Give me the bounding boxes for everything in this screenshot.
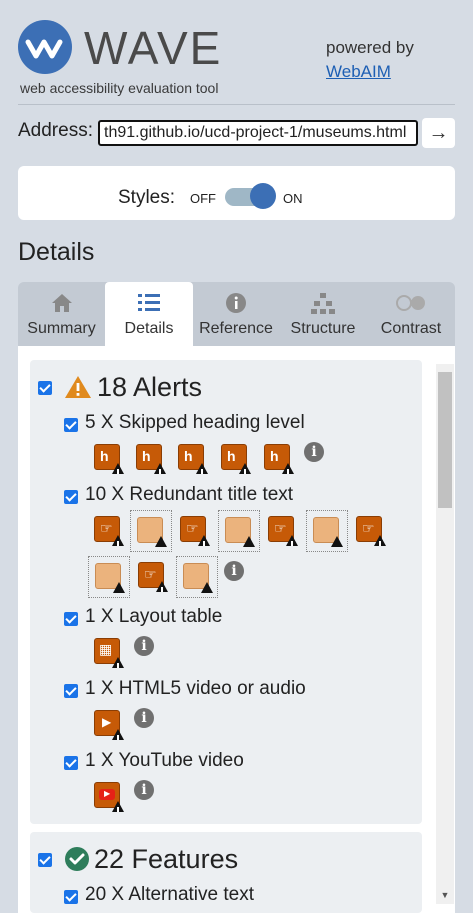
- layout-table-icon[interactable]: ▦: [94, 638, 124, 668]
- structure-icon: [279, 292, 367, 314]
- tab-label: Structure: [290, 320, 356, 337]
- redundant-title-checkbox[interactable]: [64, 490, 78, 504]
- tab-label: Details: [124, 320, 174, 337]
- header: WAVE web accessibility evaluation tool p…: [0, 0, 473, 105]
- alert-item-label: 1 X YouTube video: [85, 750, 244, 771]
- alert-item-label: 10 X Redundant title text: [85, 484, 294, 505]
- youtube-video-checkbox[interactable]: [64, 756, 78, 770]
- styles-on-label: ON: [283, 191, 303, 206]
- tab-details[interactable]: Details: [105, 282, 193, 346]
- redundant-title-icon[interactable]: [130, 510, 172, 552]
- logo-text: WAVE: [84, 22, 223, 74]
- skipped-heading-icon[interactable]: h: [264, 444, 294, 474]
- html5-video-icon[interactable]: ▶: [94, 710, 124, 740]
- go-button[interactable]: →: [422, 118, 455, 148]
- tab-label: Contrast: [380, 320, 442, 337]
- redundant-title-icon[interactable]: [88, 556, 130, 598]
- layout-table-checkbox[interactable]: [64, 612, 78, 626]
- youtube-video-icon[interactable]: ▶: [94, 782, 124, 812]
- redundant-title-icon[interactable]: ☞: [356, 516, 386, 546]
- powered-by-text: powered by: [326, 38, 414, 57]
- tab-summary[interactable]: Summary: [18, 282, 105, 346]
- tab-label: Summary: [27, 320, 96, 337]
- info-icon[interactable]: i: [134, 636, 154, 656]
- alert-icon: [64, 374, 92, 405]
- styles-toggle-knob[interactable]: [250, 183, 276, 209]
- arrow-right-icon: →: [428, 121, 449, 144]
- info-icon[interactable]: i: [134, 708, 154, 728]
- info-icon[interactable]: i: [304, 442, 324, 462]
- tab-reference[interactable]: Reference: [193, 282, 279, 346]
- tab-structure[interactable]: Structure: [279, 282, 367, 346]
- styles-label: Styles:: [118, 187, 176, 208]
- skipped-heading-icon[interactable]: h: [136, 444, 166, 474]
- tab-bar: Summary Details Reference Structure Cont…: [18, 282, 455, 346]
- html5-video-checkbox[interactable]: [64, 684, 78, 698]
- styles-panel: Styles: OFF ON: [18, 166, 455, 220]
- info-icon[interactable]: i: [134, 780, 154, 800]
- styles-off-label: OFF: [190, 191, 216, 206]
- alerts-heading: 18 Alerts: [97, 372, 203, 402]
- address-input[interactable]: th91.github.io/ucd-project-1/museums.htm…: [98, 120, 418, 146]
- redundant-title-icon[interactable]: [218, 510, 260, 552]
- home-icon: [18, 292, 105, 314]
- contrast-icon: [367, 292, 455, 314]
- redundant-title-icon[interactable]: [176, 556, 218, 598]
- skipped-heading-checkbox[interactable]: [64, 418, 78, 432]
- feature-item-label: 20 X Alternative text: [85, 884, 254, 905]
- info-icon[interactable]: i: [224, 561, 244, 581]
- alert-item-label: 1 X Layout table: [85, 606, 223, 627]
- tab-contrast[interactable]: Contrast: [367, 282, 455, 346]
- redundant-title-icon[interactable]: ☞: [138, 562, 168, 592]
- alert-item-label: 5 X Skipped heading level: [85, 412, 305, 433]
- features-checkbox[interactable]: [38, 853, 52, 867]
- scroll-down-icon[interactable]: ▼: [438, 890, 452, 902]
- tagline: web accessibility evaluation tool: [20, 80, 219, 96]
- alert-item-label: 1 X HTML5 video or audio: [85, 678, 306, 699]
- divider: [18, 104, 455, 105]
- list-icon: [105, 292, 193, 314]
- alerts-checkbox[interactable]: [38, 381, 52, 395]
- skipped-heading-icon[interactable]: h: [221, 444, 251, 474]
- redundant-title-icon[interactable]: ☞: [94, 516, 124, 546]
- scrollbar-thumb[interactable]: [438, 372, 452, 508]
- info-icon: [193, 292, 279, 314]
- alt-text-checkbox[interactable]: [64, 890, 78, 904]
- address-label: Address:: [18, 120, 93, 141]
- section-title: Details: [18, 238, 95, 266]
- redundant-title-icon[interactable]: ☞: [268, 516, 298, 546]
- check-circle-icon: [64, 846, 90, 877]
- webaim-link[interactable]: WebAIM: [326, 62, 391, 82]
- skipped-heading-icon[interactable]: h: [178, 444, 208, 474]
- tab-label: Reference: [199, 320, 273, 337]
- features-heading: 22 Features: [94, 844, 239, 874]
- wave-logo-icon: [18, 20, 72, 74]
- redundant-title-icon[interactable]: ☞: [180, 516, 210, 546]
- redundant-title-icon[interactable]: [306, 510, 348, 552]
- skipped-heading-icon[interactable]: h: [94, 444, 124, 474]
